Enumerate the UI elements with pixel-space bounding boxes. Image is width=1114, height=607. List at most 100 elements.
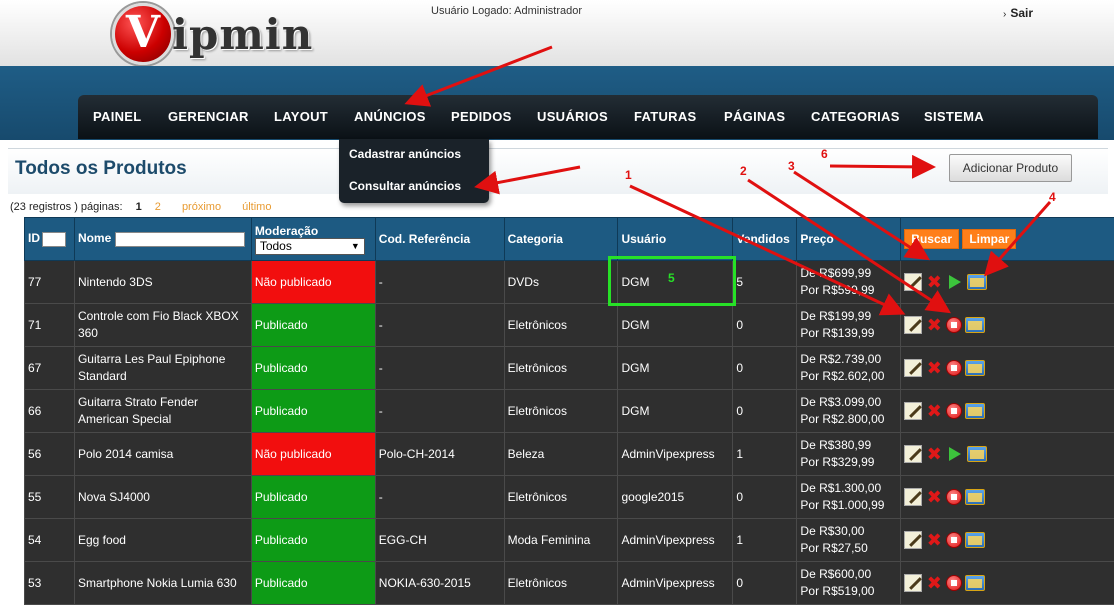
menu-item-cadastrar-anuncios[interactable]: Cadastrar anúncios [349, 147, 461, 161]
edit-icon[interactable] [904, 273, 923, 291]
delete-icon[interactable]: ✖ [925, 574, 943, 592]
table-row[interactable]: 53 Smartphone Nokia Lumia 630 Publicado … [24, 561, 1114, 605]
annotation-number-4: 4 [1049, 190, 1056, 204]
row-actions: ✖ [904, 273, 1114, 291]
add-product-button[interactable]: Adicionar Produto [949, 154, 1072, 182]
page-current: 1 [135, 201, 142, 213]
page-last-link[interactable]: último [242, 201, 271, 213]
view-window-icon[interactable] [967, 274, 988, 290]
annotation-number-5: 5 [668, 271, 675, 285]
view-window-icon[interactable] [967, 446, 988, 462]
edit-icon[interactable] [904, 488, 923, 506]
cell-moderation[interactable]: Publicado [250, 561, 376, 605]
cell-sold: 0 [732, 389, 798, 433]
logout-link[interactable]: › Sair [1003, 6, 1033, 20]
logo-text: ipmin [172, 9, 314, 59]
menu-item-consultar-anuncios[interactable]: Consultar anúncios [349, 179, 461, 193]
price-to: Por R$599,99 [800, 283, 875, 297]
unpublish-icon[interactable] [946, 489, 963, 505]
cell-sold: 1 [732, 432, 798, 476]
nav-faturas[interactable]: FATURAS [634, 109, 697, 124]
nav-categorias[interactable]: CATEGORIAS [811, 109, 900, 124]
cell-actions: ✖ [900, 389, 1114, 433]
moderation-select[interactable]: Todos ▼ [254, 237, 365, 255]
clear-button[interactable]: Limpar [962, 229, 1017, 249]
cell-moderation[interactable]: Publicado [250, 346, 376, 390]
price-to: Por R$2.602,00 [800, 369, 885, 383]
unpublish-icon[interactable] [946, 360, 963, 376]
col-price: Preço [796, 217, 902, 261]
view-window-icon[interactable] [965, 403, 986, 419]
row-actions: ✖ [904, 359, 1114, 377]
delete-icon[interactable]: ✖ [925, 402, 943, 420]
col-id-label: ID [28, 231, 40, 246]
cell-moderation[interactable]: Publicado [250, 475, 376, 519]
nav-sistema[interactable]: SISTEMA [924, 109, 984, 124]
unpublish-icon[interactable] [946, 575, 963, 591]
delete-icon[interactable]: ✖ [925, 445, 943, 463]
cell-actions: ✖ [900, 475, 1114, 519]
nav-painel[interactable]: PAINEL [93, 109, 142, 124]
col-id: ID [24, 217, 75, 261]
cell-actions: ✖ [900, 561, 1114, 605]
name-filter-input[interactable] [114, 231, 245, 247]
cell-moderation[interactable]: Não publicado [250, 260, 376, 304]
delete-icon[interactable]: ✖ [925, 359, 943, 377]
delete-icon[interactable]: ✖ [925, 531, 943, 549]
table-row[interactable]: 66 Guitarra Strato Fender American Speci… [24, 389, 1114, 433]
edit-icon[interactable] [904, 531, 923, 549]
edit-icon[interactable] [904, 574, 923, 592]
cell-user: AdminVipexpress [617, 518, 734, 562]
view-window-icon[interactable] [965, 489, 986, 505]
edit-icon[interactable] [904, 402, 923, 420]
cell-price: De R$1.300,00 Por R$1.000,99 [796, 475, 902, 519]
cell-category: DVDs [503, 260, 619, 304]
table-row[interactable]: 54 Egg food Publicado EGG-CH Moda Femini… [24, 518, 1114, 562]
view-window-icon[interactable] [965, 532, 986, 548]
col-category: Categoria [503, 217, 619, 261]
nav-layout[interactable]: LAYOUT [274, 109, 328, 124]
view-window-icon[interactable] [965, 360, 986, 376]
nav-paginas[interactable]: PÁGINAS [724, 109, 785, 124]
table-row[interactable]: 55 Nova SJ4000 Publicado - Eletrônicos g… [24, 475, 1114, 519]
table-row[interactable]: 56 Polo 2014 camisa Não publicado Polo-C… [24, 432, 1114, 476]
price-from: De R$699,99 [800, 266, 872, 280]
edit-icon[interactable] [904, 359, 923, 377]
edit-icon[interactable] [904, 316, 923, 334]
nav-pedidos[interactable]: PEDIDOS [451, 109, 512, 124]
delete-icon[interactable]: ✖ [925, 488, 943, 506]
nav-usuarios[interactable]: USUÁRIOS [537, 109, 608, 124]
cell-name: Controle com Fio Black XBOX 360 [73, 303, 252, 347]
cell-sold: 1 [732, 518, 798, 562]
cell-moderation[interactable]: Publicado [250, 518, 376, 562]
unpublish-icon[interactable] [946, 403, 963, 419]
cell-name: Guitarra Strato Fender American Special [73, 389, 252, 433]
view-window-icon[interactable] [965, 575, 986, 591]
edit-icon[interactable] [904, 445, 923, 463]
cell-user: DGM [617, 303, 734, 347]
cell-moderation[interactable]: Não publicado [250, 432, 376, 476]
cell-moderation[interactable]: Publicado [250, 303, 376, 347]
delete-icon[interactable]: ✖ [925, 273, 943, 291]
id-filter-input[interactable] [42, 231, 66, 247]
unpublish-icon[interactable] [946, 532, 963, 548]
annotation-number-6: 6 [821, 147, 828, 161]
unpublish-icon[interactable] [946, 317, 963, 333]
page-next-link[interactable]: próximo [182, 201, 221, 213]
cell-reference: - [374, 346, 505, 390]
cell-category: Beleza [503, 432, 619, 476]
nav-anuncios[interactable]: ANÚNCIOS [354, 109, 426, 124]
nav-gerenciar[interactable]: GERENCIAR [168, 109, 249, 124]
publish-play-icon[interactable] [949, 275, 962, 289]
vipmin-logo[interactable]: V ipmin [112, 3, 313, 65]
page-link-2[interactable]: 2 [155, 201, 161, 213]
table-row[interactable]: 77 Nintendo 3DS Não publicado - DVDs DGM… [24, 260, 1114, 304]
table-row[interactable]: 71 Controle com Fio Black XBOX 360 Publi… [24, 303, 1114, 347]
view-window-icon[interactable] [965, 317, 986, 333]
search-button[interactable]: Buscar [904, 229, 959, 249]
publish-play-icon[interactable] [949, 447, 962, 461]
delete-icon[interactable]: ✖ [925, 316, 943, 334]
cell-price: De R$699,99 Por R$599,99 [796, 260, 902, 304]
table-row[interactable]: 67 Guitarra Les Paul Epiphone Standard P… [24, 346, 1114, 390]
cell-moderation[interactable]: Publicado [250, 389, 376, 433]
